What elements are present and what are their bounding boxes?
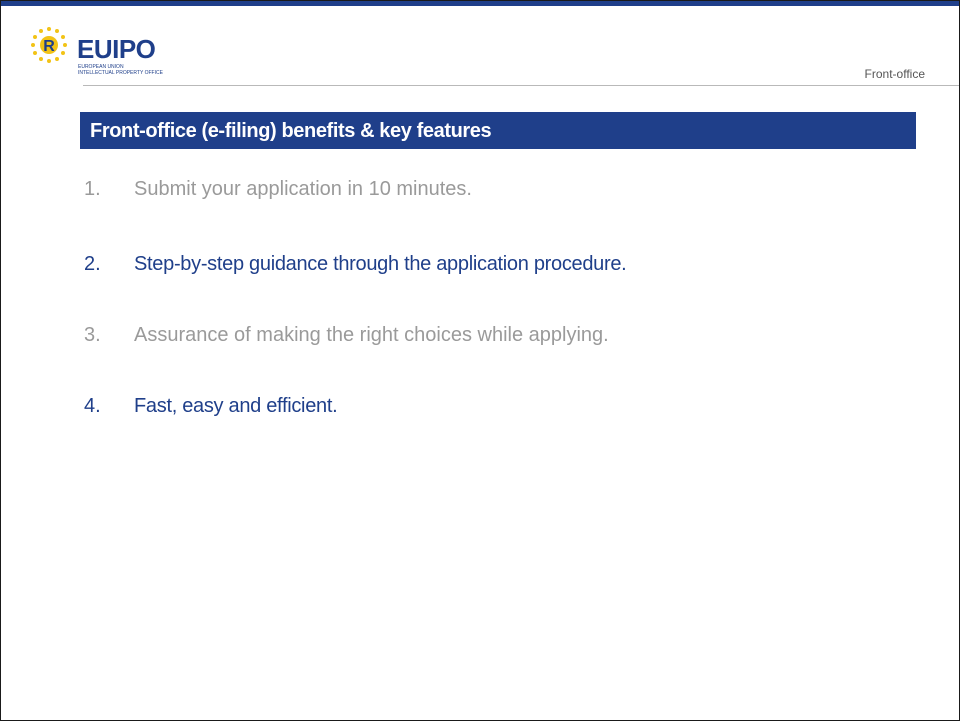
top-accent-bar (1, 1, 959, 6)
logo-wordmark: EUIPO (77, 34, 156, 64)
header-divider (83, 85, 959, 86)
euipo-logo: R EUIPO EUROPEAN UNION INTELLECTUAL PROP… (27, 25, 217, 81)
slide-title: Front-office (e-filing) benefits & key f… (90, 120, 492, 142)
list-item-number: 2. (84, 253, 101, 275)
list-item-text: Step-by-step guidance through the applic… (134, 253, 627, 275)
list-item-number: 1. (84, 178, 101, 200)
slide: R EUIPO EUROPEAN UNION INTELLECTUAL PROP… (0, 0, 960, 721)
title-bar: Front-office (e-filing) benefits & key f… (80, 112, 916, 149)
logo-subtitle-line2: INTELLECTUAL PROPERTY OFFICE (78, 70, 163, 76)
logo-subtitle: EUROPEAN UNION INTELLECTUAL PROPERTY OFF… (78, 64, 163, 76)
svg-text:R: R (43, 38, 55, 55)
list-item: 1. Submit your application in 10 minutes. (84, 178, 472, 201)
list-item-number: 4. (84, 395, 101, 417)
list-item: 4. Fast, easy and efficient. (84, 395, 338, 418)
section-label: Front-office (864, 67, 925, 81)
list-item-text: Assurance of making the right choices wh… (134, 324, 609, 346)
list-item-text: Submit your application in 10 minutes. (134, 178, 472, 200)
list-item: 2. Step-by-step guidance through the appl… (84, 253, 627, 276)
list-item-number: 3. (84, 324, 101, 346)
eu-stars-r-emblem-icon: R (31, 27, 67, 63)
list-item: 3. Assurance of making the right choices … (84, 324, 609, 347)
list-item-text: Fast, easy and efficient. (134, 395, 338, 417)
